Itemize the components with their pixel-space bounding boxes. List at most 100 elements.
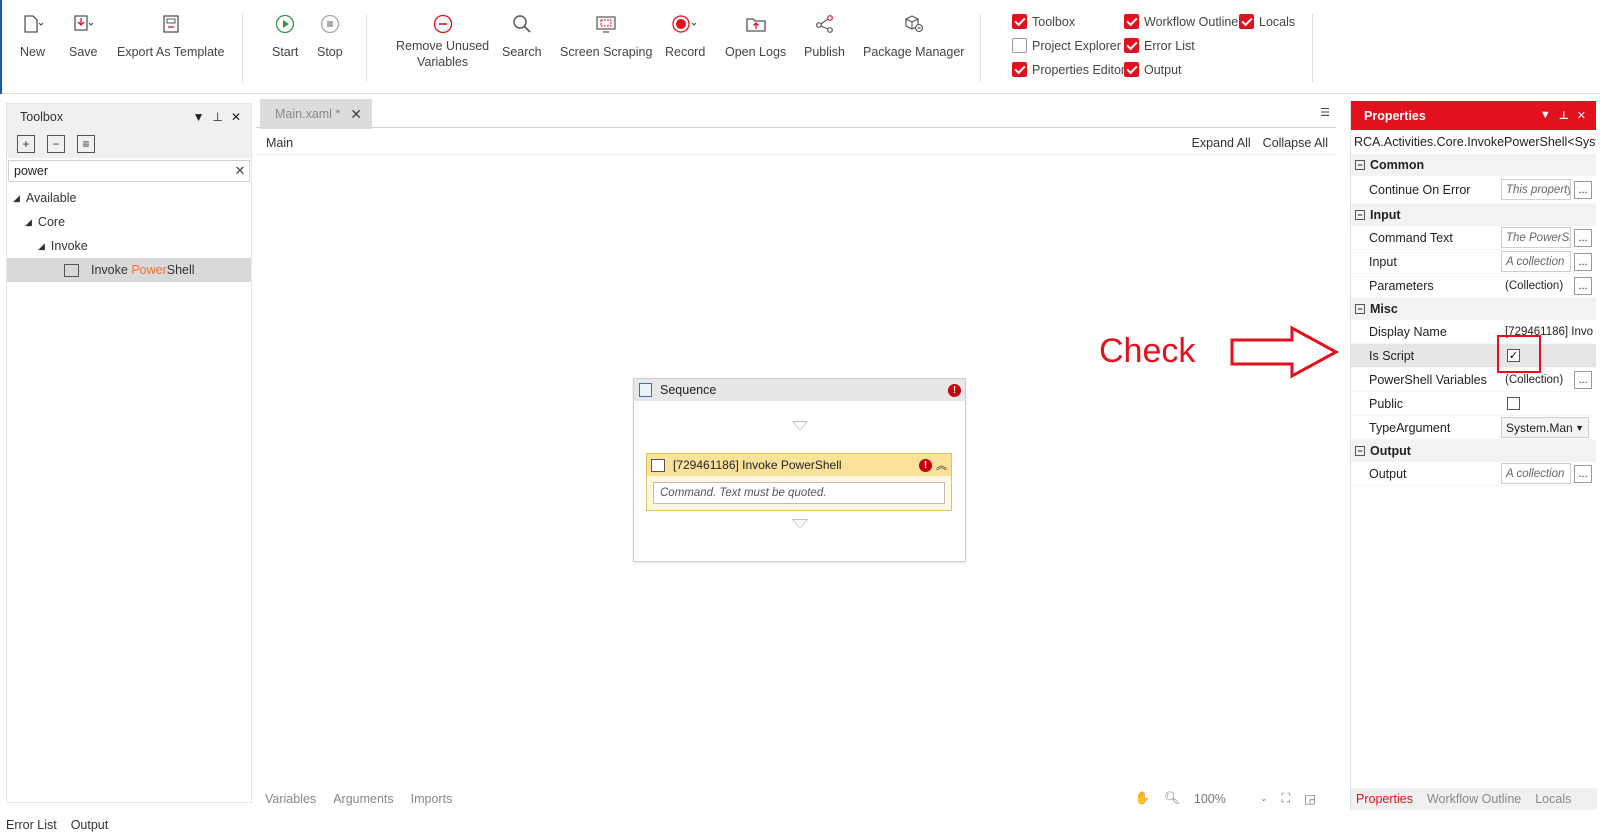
stop-button[interactable]: Stop <box>317 10 343 60</box>
toggle-output[interactable]: Output <box>1124 62 1182 77</box>
zoom-dropdown-icon[interactable]: ⌄ <box>1260 793 1268 804</box>
annotation-highlight-box <box>1497 335 1541 373</box>
invoke-powershell-activity[interactable]: [729461186] Invoke PowerShell ! ︽ Comman… <box>646 453 952 511</box>
expand-all-icon[interactable]: + <box>17 135 35 153</box>
ellipsis-button[interactable]: ... <box>1574 252 1592 271</box>
new-file-icon <box>22 10 44 38</box>
close-icon[interactable]: ✕ <box>350 106 362 123</box>
zoom-level[interactable]: 100% <box>1194 792 1226 806</box>
pin-icon[interactable]: ⊥ <box>212 110 222 124</box>
collapse-chevron-icon[interactable]: ︽ <box>936 457 947 473</box>
pin-icon[interactable]: ⊥ <box>1559 109 1569 122</box>
search-icon <box>512 10 532 38</box>
ellipsis-button[interactable]: ... <box>1574 180 1592 199</box>
tab-variables[interactable]: Variables <box>265 792 316 806</box>
pan-hand-icon[interactable]: ✋ <box>1134 791 1150 806</box>
window-edge <box>0 0 2 94</box>
start-button[interactable]: Start <box>272 10 298 60</box>
record-button[interactable]: Record <box>665 10 705 60</box>
tab-locals[interactable]: Locals <box>1535 792 1571 806</box>
prop-continue-on-error: Continue On Error This property ... <box>1351 176 1596 204</box>
new-button[interactable]: New <box>20 10 45 60</box>
package-manager-button[interactable]: Package Manager <box>863 10 964 60</box>
sequence-header: Sequence ! <box>634 379 965 401</box>
prop-parameters: Parameters (Collection) ... <box>1351 274 1596 298</box>
ellipsis-button[interactable]: ... <box>1574 276 1592 295</box>
tab-imports[interactable]: Imports <box>411 792 453 806</box>
continue-on-error-field[interactable]: This property <box>1501 179 1571 200</box>
remove-icon <box>433 10 453 38</box>
dropdown-arrow-icon[interactable]: ▼ <box>1540 109 1551 122</box>
public-checkbox[interactable] <box>1507 397 1520 410</box>
prop-command-text: Command Text The PowerShell ... <box>1351 226 1596 250</box>
clear-search-icon[interactable]: ✕ <box>231 163 249 179</box>
command-text-field[interactable]: The PowerShell <box>1501 227 1571 248</box>
expand-all-link[interactable]: Expand All <box>1192 136 1251 150</box>
list-view-icon[interactable]: ≡ <box>77 135 95 153</box>
tab-workflow-outline[interactable]: Workflow Outline <box>1427 792 1521 806</box>
category-output[interactable]: − Output <box>1351 440 1596 462</box>
sequence-container[interactable]: Sequence ! [729461186] Invoke PowerShell… <box>633 378 966 562</box>
breadcrumb: Main Expand All Collapse All <box>256 131 1336 155</box>
sequence-icon <box>639 383 652 397</box>
ellipsis-button[interactable]: ... <box>1574 370 1592 389</box>
screen-scraping-button[interactable]: Screen Scraping <box>560 10 652 60</box>
fit-to-screen-icon[interactable]: ⛶ <box>1281 791 1290 806</box>
activity-type-name: RCA.Activities.Core.InvokePowerShell<Sys… <box>1354 135 1596 149</box>
prop-input: Input A collection ... <box>1351 250 1596 274</box>
drop-target-arrow-icon[interactable] <box>792 519 808 529</box>
tree-node-invoke[interactable]: ◢ Invoke <box>7 234 251 258</box>
toggle-locals[interactable]: Locals <box>1239 14 1295 29</box>
designer-footer: Variables Arguments Imports ✋ 🔍︎ 100% ⌄ … <box>256 788 1336 810</box>
dropdown-arrow-icon[interactable]: ▼ <box>193 110 205 124</box>
category-common[interactable]: − Common <box>1351 154 1596 176</box>
collapse-icon: − <box>1355 160 1365 170</box>
ribbon-separator <box>980 14 981 82</box>
ribbon-separator <box>366 14 367 82</box>
toolbox-search-input[interactable] <box>14 164 231 178</box>
toggle-project-explorer[interactable]: Project Explorer <box>1012 38 1121 53</box>
tree-item-invoke-powershell[interactable]: Invoke Power Shell <box>7 258 251 282</box>
tree-node-core[interactable]: ◢ Core <box>7 210 251 234</box>
toggle-properties-editor[interactable]: Properties Editor <box>1012 62 1125 77</box>
category-misc[interactable]: − Misc <box>1351 298 1596 320</box>
close-icon[interactable]: ✕ <box>231 110 241 124</box>
collapse-all-link[interactable]: Collapse All <box>1263 136 1328 150</box>
drop-target-arrow-icon[interactable] <box>792 421 808 431</box>
overview-map-icon[interactable]: ◲ <box>1304 791 1316 806</box>
close-icon[interactable]: ✕ <box>1577 109 1586 122</box>
tab-overflow-icon[interactable]: ☰ <box>1320 106 1330 119</box>
tab-main-xaml[interactable]: Main.xaml * ✕ <box>260 99 372 129</box>
ellipsis-button[interactable]: ... <box>1574 228 1592 247</box>
input-field[interactable]: A collection <box>1501 251 1571 272</box>
chevron-down-icon: ▼ <box>1575 422 1584 433</box>
publish-button[interactable]: Publish <box>804 10 845 60</box>
remove-unused-variables-button[interactable]: Remove Unused Variables <box>396 10 489 70</box>
powershell-activity-icon <box>651 458 665 472</box>
ellipsis-button[interactable]: ... <box>1574 464 1592 483</box>
tab-properties[interactable]: Properties <box>1356 792 1413 806</box>
checkbox-checked-icon <box>1124 38 1139 53</box>
tab-error-list[interactable]: Error List <box>6 818 57 832</box>
save-button[interactable]: Save <box>69 10 98 60</box>
tab-output[interactable]: Output <box>71 818 109 832</box>
toggle-workflow-outline[interactable]: Workflow Outline <box>1124 14 1238 29</box>
toggle-error-list[interactable]: Error List <box>1124 38 1195 53</box>
expanded-triangle-icon: ◢ <box>13 192 20 203</box>
command-text-input[interactable]: Command. Text must be quoted. <box>653 482 945 504</box>
tree-node-available[interactable]: ◢ Available <box>7 186 251 210</box>
search-button[interactable]: Search <box>502 10 542 60</box>
output-field[interactable]: A collection <box>1501 463 1571 484</box>
open-logs-button[interactable]: Open Logs <box>725 10 786 60</box>
export-template-button[interactable]: Export As Template <box>117 10 224 60</box>
toggle-toolbox[interactable]: Toolbox <box>1012 14 1075 29</box>
toolbox-search: ✕ <box>8 160 250 182</box>
ribbon-separator <box>242 14 243 82</box>
remove-unused-label-line1: Remove Unused <box>396 39 490 53</box>
collapse-all-icon[interactable]: − <box>47 135 65 153</box>
zoom-icon[interactable]: 🔍︎ <box>1164 791 1180 806</box>
type-argument-select[interactable]: System.Man ▼ <box>1501 417 1589 438</box>
tab-arguments[interactable]: Arguments <box>333 792 393 806</box>
category-input[interactable]: − Input <box>1351 204 1596 226</box>
breadcrumb-main[interactable]: Main <box>266 136 293 150</box>
